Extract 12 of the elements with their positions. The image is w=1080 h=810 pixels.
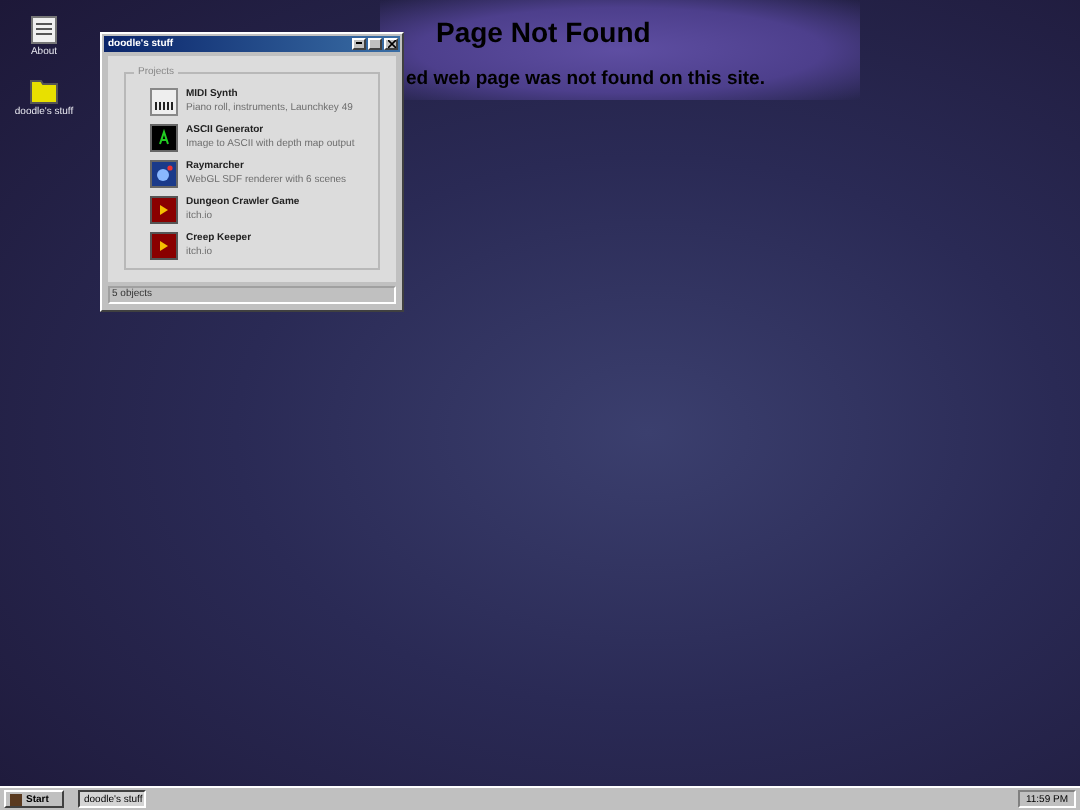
close-button[interactable] [384,37,398,50]
minimize-button[interactable] [352,37,366,50]
maximize-button[interactable] [368,37,382,50]
piano-keys-icon [150,87,178,116]
folder-icon [30,75,58,104]
error-message: ed web page was not found on this site. [406,68,765,90]
glowing-orb-icon [150,159,178,188]
play-icon [150,231,178,260]
terminal-icon [150,123,178,152]
document-icon [30,16,58,44]
play-icon [150,195,178,224]
page-heading: Page Not Found [436,16,651,48]
